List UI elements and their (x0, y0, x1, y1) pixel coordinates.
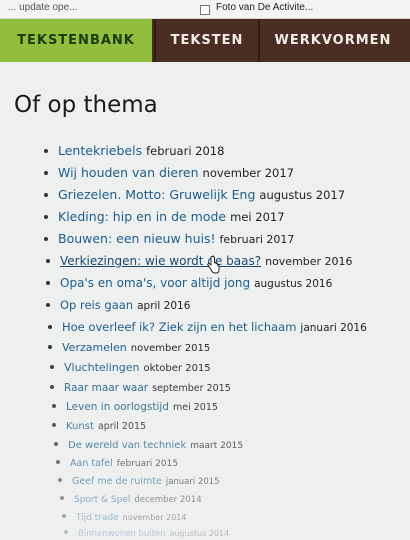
theme-date: februari 2017 (219, 233, 295, 246)
theme-link[interactable]: Bouwen: een nieuw huis! (58, 231, 216, 246)
list-item: Geef me de ruimte januari 2015 (58, 469, 220, 488)
list-item: Sport & Spel december 2014 (60, 487, 202, 506)
bullet-icon (56, 459, 60, 464)
theme-link[interactable]: Verkiezingen: wie wordt de baas? (60, 254, 261, 268)
theme-date: februari 2018 (146, 144, 225, 158)
list-item: Kunst april 2015 (52, 414, 146, 433)
list-item: Op reis gaan april 2016 (46, 294, 190, 313)
theme-link[interactable]: Griezelen. Motto: Gruwelijk Eng (58, 187, 255, 202)
theme-date: november 2015 (130, 343, 211, 354)
hand-pointer-icon (207, 256, 220, 274)
tab-werkvormen[interactable]: WERKVORMEN (258, 19, 406, 62)
bullet-icon (44, 236, 48, 241)
bullet-icon (44, 148, 48, 153)
theme-date: augustus 2017 (259, 188, 346, 202)
list-item: Kleding: hip en in de mode mei 2017 (44, 206, 285, 225)
theme-link[interactable]: Vluchtelingen (64, 361, 139, 374)
bookmark-item[interactable]: ... update ope... (8, 2, 78, 13)
bullet-icon (44, 170, 48, 175)
theme-link[interactable]: De wereld van techniek (68, 440, 186, 451)
bullet-icon (52, 422, 56, 427)
theme-date: november 2017 (202, 166, 294, 180)
main-navigation: TEKSTENBANK TEKSTEN WERKVORMEN (0, 19, 410, 62)
bullet-icon (50, 364, 54, 369)
list-item: Verkiezingen: wie wordt de baas? november… (46, 250, 353, 269)
bullet-icon (54, 441, 58, 446)
theme-link[interactable]: Leven in oorlogstijd (66, 401, 169, 413)
theme-link[interactable]: Geef me de ruimte (72, 476, 162, 487)
theme-date: augustus 2014 (169, 529, 230, 538)
theme-date: oktober 2015 (143, 363, 211, 374)
theme-link[interactable]: Kunst (66, 421, 94, 432)
theme-link[interactable]: Verzamelen (62, 341, 127, 354)
theme-link[interactable]: Lentekriebels (58, 143, 142, 158)
theme-date: september 2015 (152, 383, 231, 394)
theme-link[interactable]: Kleding: hip en in de mode (58, 209, 226, 224)
theme-link[interactable]: Op reis gaan (60, 298, 133, 312)
bullet-icon (44, 192, 48, 197)
list-item: Raar maar waar september 2015 (50, 376, 231, 395)
bullet-icon (44, 214, 48, 219)
list-item: Griezelen. Motto: Gruwelijk Eng augustus … (44, 184, 345, 203)
theme-date: november 2016 (265, 255, 353, 268)
theme-date: januari 2016 (300, 322, 367, 334)
theme-link[interactable]: Aan tafel (70, 458, 113, 469)
theme-date: april 2015 (97, 421, 147, 432)
bullet-icon (62, 513, 66, 518)
list-item: Verzamelen november 2015 (48, 336, 210, 355)
tab-tekstenbank[interactable]: TEKSTENBANK (0, 19, 152, 62)
bullet-icon (46, 258, 50, 263)
theme-date: december 2014 (134, 495, 202, 505)
theme-date: februari 2015 (116, 459, 179, 469)
bullet-icon (48, 344, 52, 349)
list-item: Vluchtelingen oktober 2015 (50, 356, 211, 375)
theme-date: april 2016 (137, 300, 191, 312)
theme-link[interactable]: Sport & Spel (74, 495, 130, 505)
list-item: Bouwen: een nieuw huis! februari 2017 (44, 228, 294, 247)
theme-link[interactable]: Opa's en oma's, voor altijd jong (60, 276, 250, 290)
list-item: Aan tafel februari 2015 (56, 451, 178, 470)
theme-link[interactable]: Raar maar waar (64, 382, 148, 394)
theme-date: januari 2015 (165, 477, 220, 487)
page-title: Of op thema (14, 92, 158, 118)
bullet-icon (52, 403, 56, 408)
list-item: De wereld van techniek maart 2015 (54, 433, 243, 452)
theme-link[interactable]: Wij houden van dieren (58, 165, 199, 180)
theme-date: mei 2015 (172, 402, 218, 413)
bullet-icon (46, 302, 50, 307)
list-item: Binnenwonen buiten augustus 2014 (64, 521, 229, 540)
theme-link[interactable]: Hoe overleef ik? Ziek zijn en het lichaa… (62, 320, 296, 334)
theme-link[interactable]: Binnenwonen buiten (78, 529, 166, 539)
list-item: Lentekriebels februari 2018 (44, 140, 224, 159)
theme-date: mei 2017 (230, 210, 285, 224)
bullet-icon (48, 324, 52, 329)
bookmark-checkbox-icon[interactable] (200, 5, 210, 15)
theme-date: maart 2015 (190, 441, 244, 451)
bullet-icon (46, 280, 50, 285)
bullet-icon (60, 495, 64, 500)
list-item: Hoe overleef ik? Ziek zijn en het lichaa… (48, 316, 367, 335)
browser-bookmarks-bar: ... update ope... Foto van De Activite..… (0, 0, 410, 19)
bookmark-item-foto[interactable]: Foto van De Activite... (216, 2, 313, 13)
bullet-icon (50, 384, 54, 389)
bullet-icon (64, 529, 68, 534)
theme-date: augustus 2016 (254, 278, 333, 290)
list-item: Leven in oorlogstijd mei 2015 (52, 395, 218, 414)
list-item: Wij houden van dieren november 2017 (44, 162, 294, 181)
list-item: Opa's en oma's, voor altijd jong augustus… (46, 272, 332, 291)
bullet-icon (58, 477, 62, 482)
tab-teksten[interactable]: TEKSTEN (154, 19, 258, 62)
